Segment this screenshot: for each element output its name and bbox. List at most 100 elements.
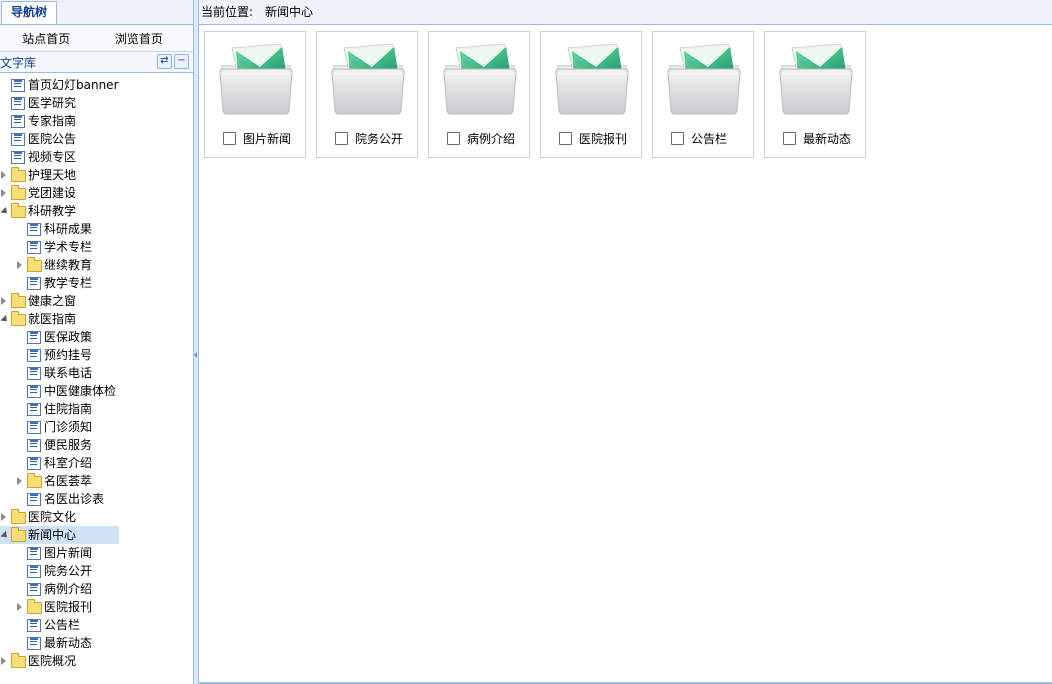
folder-checkbox[interactable] (335, 132, 348, 145)
document-icon (27, 403, 41, 416)
collapsed-arrow-icon[interactable] (1, 171, 6, 179)
tree-node-label: 医院公告 (28, 132, 77, 146)
document-icon (27, 637, 41, 650)
tree-node[interactable]: 就医指南 (0, 310, 193, 328)
tree-node[interactable]: 门诊须知 (0, 418, 193, 436)
tree-node[interactable]: 护理天地 (0, 166, 193, 184)
document-icon (27, 349, 41, 362)
tree-node[interactable]: 学术专栏 (0, 238, 193, 256)
tree-node[interactable]: 名医出诊表 (0, 490, 193, 508)
folder-item[interactable]: 医院报刊 (540, 31, 642, 158)
folder-icon (27, 257, 42, 272)
tree-node[interactable]: 新闻中心 (0, 526, 119, 544)
folder-item[interactable]: 最新动态 (764, 31, 866, 158)
folder-item[interactable]: 病例介绍 (428, 31, 530, 158)
collapse-arrow-icon[interactable] (194, 352, 197, 358)
tree-node[interactable]: 最新动态 (0, 634, 193, 652)
document-icon (27, 619, 41, 632)
tree-node[interactable]: 健康之窗 (0, 292, 193, 310)
folder-checkbox[interactable] (447, 132, 460, 145)
tree-node[interactable]: 中医健康体检 (0, 382, 193, 400)
folder-icon (11, 509, 26, 524)
folder-icon (11, 185, 26, 200)
collapsed-arrow-icon[interactable] (1, 297, 6, 305)
tree-node-label: 联系电话 (44, 366, 93, 380)
tree-node[interactable]: 图片新闻 (0, 544, 193, 562)
tree-node[interactable]: 医院报刊 (0, 598, 193, 616)
breadcrumb-label: 当前位置: (201, 5, 254, 19)
tree-node-label: 科研教学 (28, 204, 77, 218)
tree-node[interactable]: 党团建设 (0, 184, 193, 202)
tree-node-label: 继续教育 (44, 258, 93, 272)
tree-node-label: 最新动态 (44, 636, 93, 650)
document-icon (27, 457, 41, 470)
tree-node[interactable]: 科室介绍 (0, 454, 193, 472)
tree-node[interactable]: 病例介绍 (0, 580, 193, 598)
expanded-arrow-icon[interactable] (0, 314, 10, 325)
tree-node[interactable]: 便民服务 (0, 436, 193, 454)
tree-node-label: 首页幻灯banner (28, 78, 119, 92)
tree-node-label: 健康之窗 (28, 294, 77, 308)
expanded-arrow-icon[interactable] (0, 206, 10, 217)
tree-node-label: 新闻中心 (28, 528, 77, 542)
tree-node[interactable]: 视频专区 (0, 148, 193, 166)
tree-node-label: 科研成果 (44, 222, 93, 236)
tree-node[interactable]: 预约挂号 (0, 346, 193, 364)
tree-node-label: 门诊须知 (44, 420, 93, 434)
collapsed-arrow-icon[interactable] (1, 189, 6, 197)
document-icon (27, 367, 41, 380)
tree-node[interactable]: 教学专栏 (0, 274, 193, 292)
document-icon (27, 385, 41, 398)
collapsed-arrow-icon[interactable] (17, 261, 22, 269)
breadcrumb-current: 新闻中心 (265, 5, 314, 19)
tree-node[interactable]: 继续教育 (0, 256, 193, 274)
tab-nav-tree[interactable]: 导航树 (1, 1, 57, 24)
main-panel: 当前位置: 新闻中心 图片新闻 院务公开 病例介绍 医院报刊 公告栏 最新动态 (199, 0, 1052, 684)
tree-node-label: 医院报刊 (44, 600, 93, 614)
tree-node[interactable]: 院务公开 (0, 562, 193, 580)
section-title: 文字库 (0, 56, 37, 70)
expanded-arrow-icon[interactable] (0, 530, 10, 541)
tree-node-label: 名医出诊表 (44, 492, 105, 506)
tree-node-label: 公告栏 (44, 618, 81, 632)
document-icon (11, 151, 25, 164)
folder-item[interactable]: 院务公开 (316, 31, 418, 158)
tree-node-label: 名医荟萃 (44, 474, 93, 488)
left-panel: 导航树 站点首页 浏览首页 文字库 ⇄ − 首页幻灯banner 医学研究 专家指南… (0, 0, 194, 684)
folder-icon (11, 311, 26, 326)
folder-item[interactable]: 图片新闻 (204, 31, 306, 158)
tree-node[interactable]: 医保政策 (0, 328, 193, 346)
tree-node[interactable]: 医院公告 (0, 130, 193, 148)
tree-node[interactable]: 名医荟萃 (0, 472, 193, 490)
tree-node[interactable]: 科研成果 (0, 220, 193, 238)
tree-node-label: 护理天地 (28, 168, 77, 182)
tree-node[interactable]: 首页幻灯banner (0, 76, 193, 94)
breadcrumb: 当前位置: 新闻中心 (199, 0, 1052, 25)
tree-node[interactable]: 医院概况 (0, 652, 193, 670)
collapse-icon[interactable]: − (174, 54, 189, 69)
collapsed-arrow-icon[interactable] (17, 603, 22, 611)
browse-home-link[interactable]: 浏览首页 (93, 25, 186, 51)
tree-node[interactable]: 住院指南 (0, 400, 193, 418)
folder-checkbox[interactable] (559, 132, 572, 145)
collapsed-arrow-icon[interactable] (1, 513, 6, 521)
document-icon (27, 583, 41, 596)
tree-node-label: 中医健康体检 (44, 384, 117, 398)
site-home-link[interactable]: 站点首页 (0, 25, 93, 51)
tree-node-label: 医院概况 (28, 654, 77, 668)
tree-node[interactable]: 联系电话 (0, 364, 193, 382)
refresh-icon[interactable]: ⇄ (157, 54, 172, 69)
folder-checkbox[interactable] (783, 132, 796, 145)
tree-node[interactable]: 医院文化 (0, 508, 193, 526)
tree-node[interactable]: 专家指南 (0, 112, 193, 130)
tree-node-label: 图片新闻 (44, 546, 93, 560)
collapsed-arrow-icon[interactable] (17, 477, 22, 485)
collapsed-arrow-icon[interactable] (1, 657, 6, 665)
tree-node[interactable]: 公告栏 (0, 616, 193, 634)
folder-checkbox[interactable] (671, 132, 684, 145)
folder-item[interactable]: 公告栏 (652, 31, 754, 158)
folder-icon (27, 599, 42, 614)
tree-node[interactable]: 医学研究 (0, 94, 193, 112)
folder-checkbox[interactable] (223, 132, 236, 145)
tree-node[interactable]: 科研教学 (0, 202, 193, 220)
